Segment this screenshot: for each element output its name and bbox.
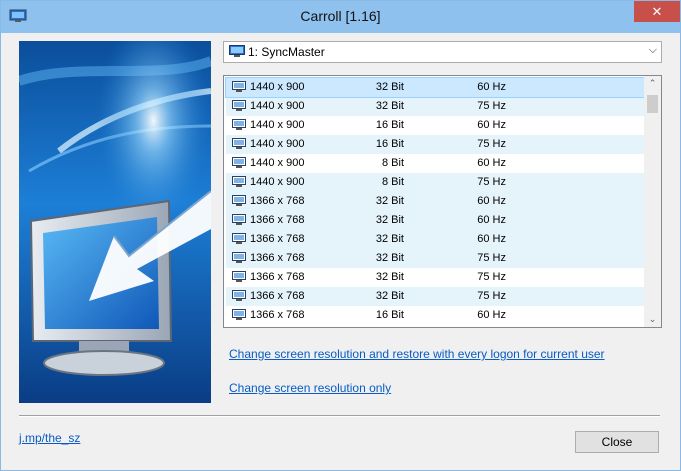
mode-color-depth: 32 Bit [375, 100, 404, 112]
mode-resolution: 1440 x 900 [250, 119, 305, 131]
mode-refresh-rate: 75 Hz [477, 290, 506, 302]
mode-resolution: 1366 x 768 [250, 195, 305, 207]
close-button[interactable]: Close [575, 431, 659, 453]
display-select-value: 1: SyncMaster [248, 45, 325, 59]
mode-resolution: 1366 x 768 [250, 271, 305, 283]
mode-row[interactable]: 1366 x 768 32 Bit 75 Hz [226, 249, 661, 268]
mode-refresh-rate: 60 Hz [477, 81, 506, 93]
client-area: 1: SyncMaster ⌵ 1366 x 768 16 Bit 60 Hz 136… [1, 33, 680, 470]
mode-color-depth: 32 Bit [375, 252, 404, 264]
mode-refresh-rate: 60 Hz [477, 195, 506, 207]
mode-resolution: 1366 x 768 [250, 252, 305, 264]
title-bar[interactable]: Carroll [1.16] ✕ [1, 1, 680, 33]
mode-color-depth: 32 Bit [375, 214, 404, 226]
change-and-restore-link[interactable]: Change screen resolution and restore wit… [229, 347, 605, 361]
mode-refresh-rate: 75 Hz [477, 100, 506, 112]
mode-color-depth: 32 Bit [375, 81, 404, 93]
mode-refresh-rate: 75 Hz [477, 138, 506, 150]
mode-refresh-rate: 60 Hz [477, 157, 506, 169]
banner-image [19, 41, 211, 403]
mode-resolution: 1440 x 900 [250, 100, 305, 112]
display-select[interactable]: 1: SyncMaster ⌵ [223, 41, 662, 63]
mode-color-depth: 32 Bit [375, 290, 404, 302]
mode-row[interactable]: 1366 x 768 32 Bit 60 Hz [226, 211, 661, 230]
mode-resolution: 1366 x 768 [250, 309, 305, 321]
mode-row[interactable]: 1440 x 900 8 Bit 75 Hz [226, 173, 661, 192]
website-link[interactable]: j.mp/the_sz [19, 431, 80, 445]
mode-resolution: 1366 x 768 [250, 290, 305, 302]
monitor-icon [232, 271, 246, 282]
mode-refresh-rate: 60 Hz [477, 119, 506, 131]
app-window: Carroll [1.16] ✕ 1: SyncMaster ⌵ 1366 x … [0, 0, 681, 471]
mode-color-depth: 16 Bit [375, 309, 404, 321]
mode-resolution: 1440 x 900 [250, 81, 305, 93]
display-modes-list[interactable]: 1366 x 768 16 Bit 60 Hz 1366 x 768 32 Bit 75 … [223, 75, 662, 328]
mode-color-depth: 8 Bit [381, 176, 404, 188]
mode-color-depth: 32 Bit [375, 271, 404, 283]
monitor-icon [232, 309, 246, 320]
window-title: Carroll [1.16] [300, 8, 381, 24]
mode-color-depth: 16 Bit [375, 138, 404, 150]
mode-resolution: 1440 x 900 [250, 138, 305, 150]
mode-row[interactable]: 1440 x 900 8 Bit 60 Hz [226, 154, 661, 173]
mode-refresh-rate: 60 Hz [477, 214, 506, 226]
scroll-up-icon[interactable]: ⌃ [644, 78, 661, 89]
separator [19, 415, 660, 417]
monitor-icon [232, 119, 246, 130]
chevron-down-icon[interactable]: ⌵ [649, 44, 657, 57]
monitor-icon [232, 157, 246, 168]
mode-row[interactable]: 1440 x 900 32 Bit 75 Hz [226, 97, 661, 116]
monitor-icon [232, 100, 246, 111]
mode-color-depth: 16 Bit [375, 119, 404, 131]
mode-row[interactable]: 1366 x 768 32 Bit 60 Hz [226, 230, 661, 249]
monitor-icon [232, 252, 246, 263]
mode-color-depth: 32 Bit [375, 233, 404, 245]
monitor-icon [232, 195, 246, 206]
vertical-scrollbar[interactable]: ⌃ ⌄ [644, 76, 661, 327]
monitor-icon [232, 138, 246, 149]
scroll-thumb[interactable] [647, 95, 658, 113]
mode-row[interactable]: 1440 x 900 32 Bit 60 Hz [225, 77, 661, 98]
change-only-link[interactable]: Change screen resolution only [229, 381, 391, 395]
mode-refresh-rate: 75 Hz [477, 271, 506, 283]
mode-resolution: 1366 x 768 [250, 214, 305, 226]
monitor-icon [229, 45, 245, 57]
mode-row[interactable]: 1440 x 900 16 Bit 75 Hz [226, 135, 661, 154]
mode-color-depth: 32 Bit [375, 195, 404, 207]
mode-row[interactable]: 1366 x 768 32 Bit 75 Hz [226, 287, 661, 306]
mode-refresh-rate: 60 Hz [477, 233, 506, 245]
mode-row[interactable]: 1366 x 768 16 Bit 60 Hz [226, 306, 661, 325]
monitor-icon [232, 290, 246, 301]
mode-refresh-rate: 60 Hz [477, 309, 506, 321]
monitor-icon [232, 176, 246, 187]
mode-row[interactable]: 1366 x 768 32 Bit 60 Hz [226, 192, 661, 211]
scroll-down-icon[interactable]: ⌄ [644, 314, 661, 325]
mode-row[interactable]: 1366 x 768 32 Bit 75 Hz [226, 268, 661, 287]
monitor-icon [232, 233, 246, 244]
monitor-icon [232, 81, 246, 92]
mode-row[interactable]: 1440 x 900 16 Bit 60 Hz [226, 116, 661, 135]
monitor-icon [232, 214, 246, 225]
mode-refresh-rate: 75 Hz [477, 176, 506, 188]
mode-color-depth: 8 Bit [381, 157, 404, 169]
window-close-button[interactable]: ✕ [634, 1, 680, 22]
mode-refresh-rate: 75 Hz [477, 252, 506, 264]
mode-resolution: 1366 x 768 [250, 233, 305, 245]
mode-resolution: 1440 x 900 [250, 157, 305, 169]
mode-resolution: 1440 x 900 [250, 176, 305, 188]
